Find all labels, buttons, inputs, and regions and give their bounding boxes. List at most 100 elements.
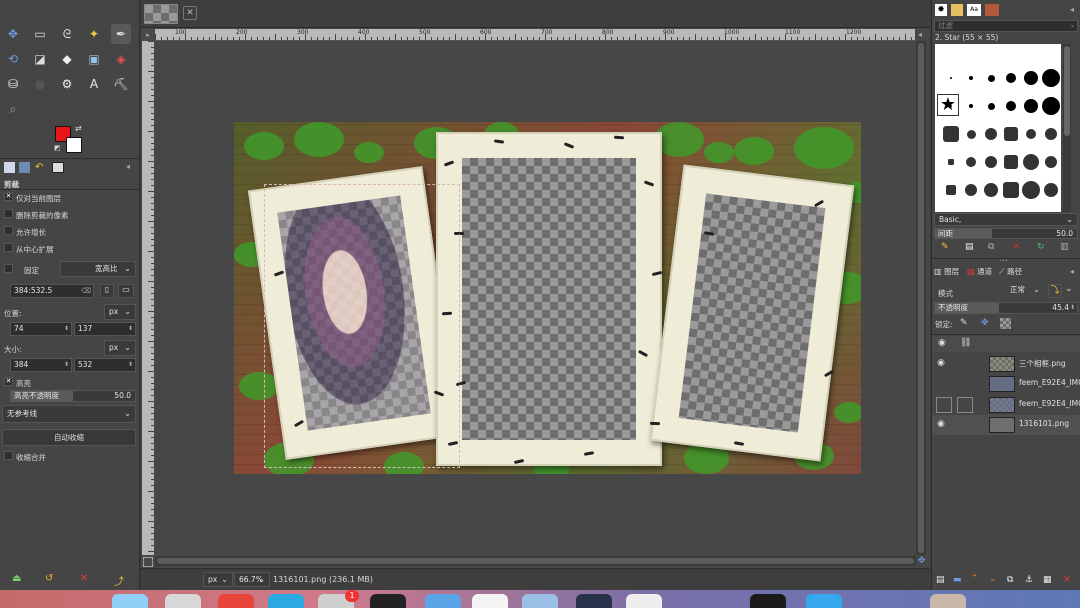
- tab-channels[interactable]: ▧ 通道: [967, 265, 992, 278]
- layer-row[interactable]: feem_E92E4_IMG: [932, 395, 1080, 415]
- brush-spacing-slider[interactable]: 间距 50.0: [934, 228, 1078, 239]
- app-dark-dock-icon[interactable]: [576, 594, 612, 608]
- dock-separator-grip[interactable]: •••: [999, 258, 1008, 264]
- panel-menu-icon[interactable]: ◂: [1070, 5, 1074, 14]
- clone-icon[interactable]: ⛁: [3, 74, 23, 94]
- layer-row[interactable]: ◉ 1316101.png: [932, 415, 1080, 435]
- panel-menu-icon[interactable]: ◂: [126, 162, 130, 171]
- reset-options-icon[interactable]: ⤴: [114, 573, 124, 588]
- brushes-tab-icon[interactable]: ✸: [935, 4, 947, 16]
- highlight-checkbox[interactable]: ✕: [4, 377, 13, 386]
- allow-growing-checkbox[interactable]: [4, 226, 13, 235]
- unit-dropdown[interactable]: px ⌄: [203, 572, 233, 587]
- color-picker-icon[interactable]: ⛏: [111, 74, 131, 94]
- ratio-input[interactable]: 384:532.5 ⌫: [10, 284, 94, 298]
- crop-icon[interactable]: ◪: [30, 49, 50, 69]
- zoom-icon[interactable]: ⌕: [3, 99, 23, 119]
- tab-tool-options-icon[interactable]: [4, 162, 15, 173]
- brush-grid[interactable]: ★: [935, 44, 1061, 212]
- vertical-ruler-arrow-icon[interactable]: ◂: [918, 30, 922, 39]
- layer-opacity-slider[interactable]: 不透明度 45.4 ⬍: [934, 302, 1078, 314]
- text-icon[interactable]: A: [84, 74, 104, 94]
- canvas-viewport[interactable]: [155, 41, 916, 555]
- panel-menu-icon[interactable]: ◂: [1070, 267, 1074, 276]
- brush-filter-input[interactable]: 过滤 ⌄: [934, 20, 1078, 32]
- position-unit-dropdown[interactable]: px ⌄: [104, 304, 136, 320]
- textedit-dock-icon[interactable]: [472, 594, 508, 608]
- size-width-input[interactable]: 384 ⬍: [10, 358, 72, 372]
- tab-paths[interactable]: ⟋ 路径: [999, 265, 1022, 278]
- position-y-input[interactable]: 137 ⬍: [74, 322, 136, 336]
- image-tab-thumbnail[interactable]: [144, 4, 178, 24]
- mode-dropdown[interactable]: 正常 ⌄: [1006, 283, 1044, 299]
- anchor-layer-icon[interactable]: ⚓: [1025, 575, 1033, 585]
- folder-dock-icon[interactable]: [425, 594, 461, 608]
- fixed-checkbox[interactable]: [4, 264, 13, 273]
- paths-icon[interactable]: ✒: [111, 24, 131, 44]
- ruler-corner-icon[interactable]: ▸: [142, 29, 154, 41]
- close-tab-icon[interactable]: ✕: [183, 6, 197, 20]
- guides-dropdown[interactable]: 无参考线 ⌄: [2, 405, 136, 423]
- link-toggle[interactable]: [957, 397, 973, 413]
- horizontal-ruler[interactable]: 100 200 300 400 500 600 700 800 900 1000 1100 1200: [155, 29, 915, 41]
- navigate-icon[interactable]: ✥: [918, 556, 926, 566]
- new-layer-group-icon[interactable]: ▬: [953, 575, 962, 585]
- default-colors-icon[interactable]: ◩: [54, 144, 61, 152]
- new-brush-icon[interactable]: ▤: [965, 242, 974, 252]
- delete-brush-icon[interactable]: ✕: [1013, 242, 1021, 252]
- chevron-down-icon[interactable]: ⌄: [1065, 284, 1073, 294]
- lock-pixels-icon[interactable]: ✎: [960, 318, 968, 328]
- image-icon[interactable]: ▣: [84, 49, 104, 69]
- size-unit-dropdown[interactable]: px ⌄: [104, 340, 136, 356]
- finder-dock-icon[interactable]: [112, 594, 148, 608]
- app-black-dock-icon[interactable]: [750, 594, 786, 608]
- clear-icon[interactable]: ⌫: [81, 285, 91, 297]
- canvas-image[interactable]: [234, 122, 861, 474]
- delete-layer-icon[interactable]: ✕: [1063, 575, 1071, 585]
- star-brush-icon[interactable]: ★: [937, 94, 959, 116]
- raise-layer-icon[interactable]: ⌃: [971, 574, 979, 584]
- tab-images-icon[interactable]: [52, 162, 64, 173]
- brush-preset-dropdown[interactable]: Basic, ⌄: [934, 213, 1078, 226]
- terminal-dock-icon[interactable]: [370, 594, 406, 608]
- landscape-button[interactable]: ▭: [118, 284, 134, 298]
- visibility-toggle[interactable]: [936, 397, 952, 413]
- layer-row[interactable]: ◉ 三个相框.png: [932, 354, 1080, 374]
- tab-undo-icon[interactable]: ↶: [35, 162, 46, 173]
- paint-bucket-icon[interactable]: ◆: [57, 49, 77, 69]
- preview-dock-icon[interactable]: [522, 594, 558, 608]
- patterns-tab-icon[interactable]: [951, 4, 963, 16]
- size-height-input[interactable]: 532 ⬍: [74, 358, 136, 372]
- highlight-opacity-slider[interactable]: 高亮不透明度 50.0: [10, 390, 136, 402]
- lasso-icon[interactable]: ᘓ: [57, 24, 77, 44]
- eye-icon[interactable]: ◉: [937, 419, 949, 431]
- delete-cropped-checkbox[interactable]: [4, 209, 13, 218]
- merge-layer-icon[interactable]: ▦: [1043, 575, 1052, 585]
- fixed-mode-dropdown[interactable]: 宽高比 ⌄: [60, 261, 136, 277]
- quick-mask-icon[interactable]: [143, 557, 153, 567]
- new-layer-icon[interactable]: ▤: [936, 575, 945, 585]
- expand-center-checkbox[interactable]: [4, 243, 13, 252]
- tab-device-status-icon[interactable]: [19, 162, 30, 173]
- document-history-tab-icon[interactable]: [985, 4, 999, 16]
- dodge-icon[interactable]: ⚙: [57, 74, 77, 94]
- layer-row[interactable]: feem_E92E4_IMG: [932, 374, 1080, 394]
- fuzzy-select-icon[interactable]: ✦: [84, 24, 104, 44]
- current-layer-only-checkbox[interactable]: ✕: [4, 192, 13, 201]
- open-brush-icon[interactable]: ▥: [1060, 242, 1069, 252]
- save-options-icon[interactable]: ⏏: [12, 573, 21, 584]
- rect-select-icon[interactable]: ▭: [30, 24, 50, 44]
- background-color[interactable]: [66, 137, 82, 153]
- move-icon[interactable]: ✥: [3, 24, 23, 44]
- app-red-dock-icon[interactable]: [218, 594, 254, 608]
- swap-colors-icon[interactable]: ⇄: [75, 124, 82, 133]
- crop-selection[interactable]: [264, 184, 460, 468]
- lock-position-icon[interactable]: ✥: [981, 318, 989, 328]
- duplicate-layer-icon[interactable]: ⧉: [1007, 575, 1013, 585]
- vertical-scrollbar[interactable]: [916, 41, 926, 555]
- brush-grid-scrollbar[interactable]: [1063, 44, 1071, 212]
- restore-options-icon[interactable]: ↺: [45, 573, 53, 584]
- duplicate-brush-icon[interactable]: ⧉: [988, 242, 994, 252]
- visibility-toggle[interactable]: [937, 378, 949, 390]
- portrait-button[interactable]: ▯: [100, 284, 114, 298]
